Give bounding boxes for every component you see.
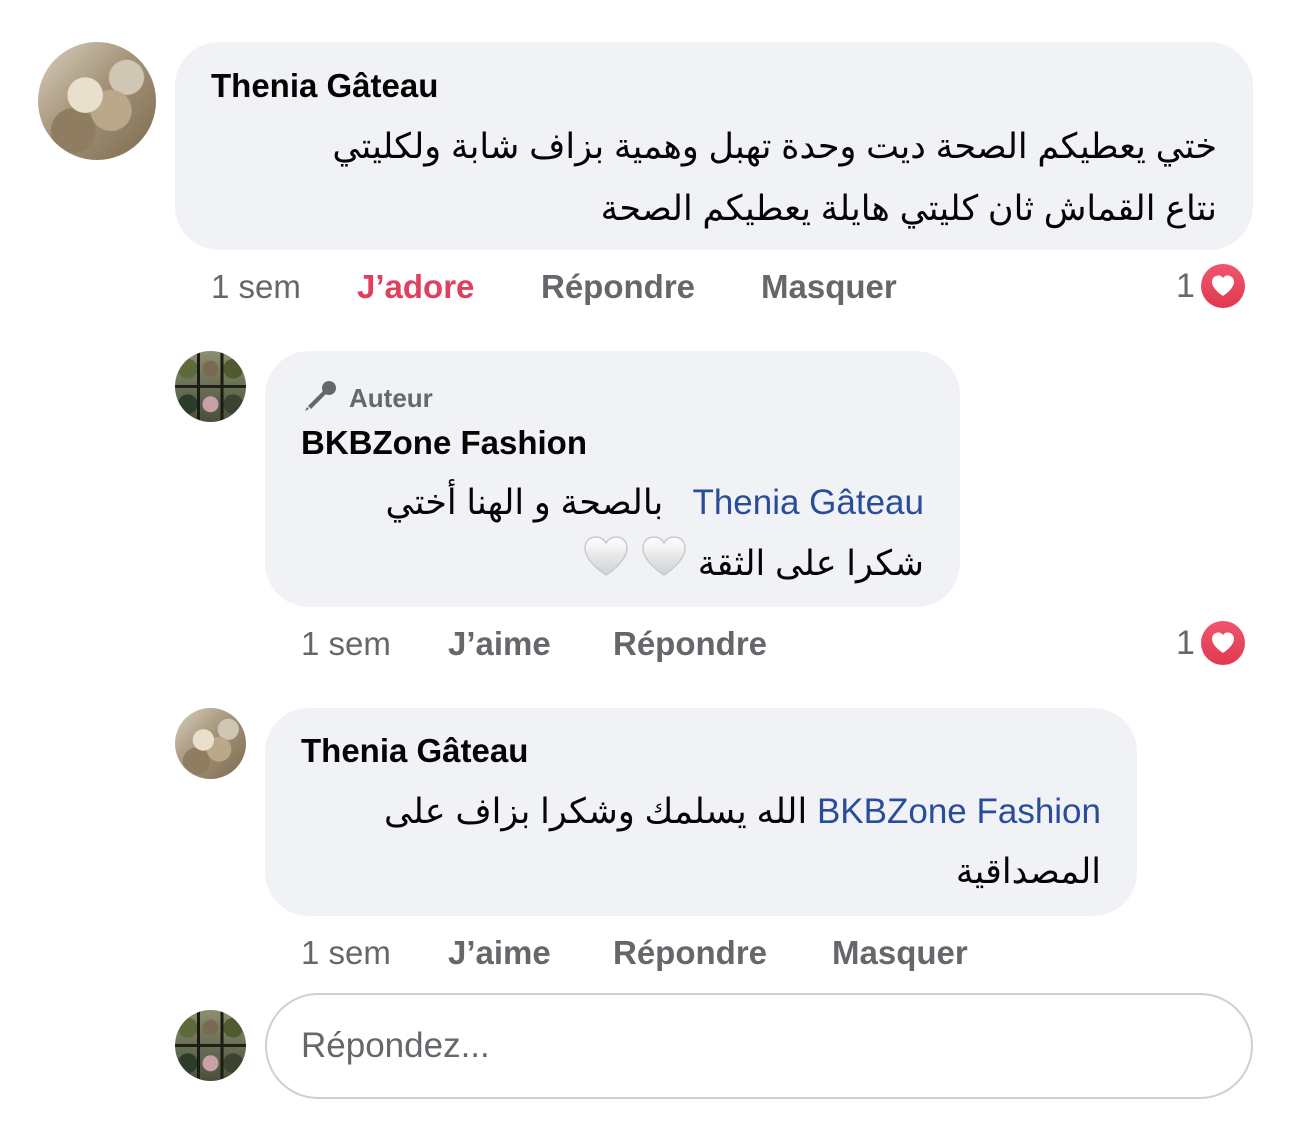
author-badge: Auteur [303,379,433,418]
hide-button[interactable]: Masquer [761,268,897,306]
reply-button[interactable]: Répondre [613,934,767,972]
mention-link[interactable]: Thenia Gâteau [692,483,924,522]
reaction-summary[interactable]: 1 [1176,262,1247,310]
comment-text-line2: نتاع القماش ثان كليتي هايلة يعطيكم الصحة [600,189,1217,228]
reply-bubble: Thenia Gâteau BKBZone Fashion الله يسلمك… [265,708,1137,916]
mention-link[interactable]: BKBZone Fashion [817,792,1101,831]
reaction-count: 1 [1176,623,1195,662]
white-heart-emoji [582,534,630,597]
avatar-thenia[interactable] [175,708,246,779]
reply-text-line2: المصداقية [955,852,1101,891]
comment-time[interactable]: 1 sem [301,625,391,663]
microphone-icon [303,379,339,418]
comment-author[interactable]: Thenia Gâteau [301,732,528,770]
avatar-bkbzone[interactable] [175,351,246,422]
reply-button[interactable]: Répondre [541,268,695,306]
like-button[interactable]: J’aime [448,934,551,972]
reply-text: بالصحة و الهنا أختي [385,483,664,522]
reply-text-line1: BKBZone Fashion الله يسلمك وشكرا بزاف عل… [384,782,1101,842]
heart-reaction-icon [1198,262,1247,310]
reply-button[interactable]: Répondre [613,625,767,663]
white-heart-emoji [640,534,688,597]
avatar-thenia[interactable] [38,42,156,160]
like-button[interactable]: J’aime [448,625,551,663]
avatar-current-user [175,1010,246,1081]
author-badge-label: Auteur [349,383,433,413]
reaction-summary[interactable]: 1 [1176,619,1247,667]
comment-author[interactable]: BKBZone Fashion [301,424,587,462]
reply-bubble: Auteur BKBZone Fashion Thenia Gâteau بال… [265,351,960,607]
comment-time[interactable]: 1 sem [211,268,301,306]
reply-text: شكرا على الثقة [697,544,924,583]
reply-text-line2-row: شكرا على الثقة [582,534,924,597]
comment-author[interactable]: Thenia Gâteau [211,67,438,105]
reaction-count: 1 [1176,266,1195,305]
love-button[interactable]: J’adore [357,268,474,306]
reply-input[interactable] [265,993,1253,1099]
reply-text-line1: Thenia Gâteau بالصحة و الهنا أختي [386,473,924,533]
comment-bubble: Thenia Gâteau ختي يعطيكم الصحة ديت وحدة … [175,42,1253,250]
heart-reaction-icon [1198,619,1247,667]
comment-text-line1: ختي يعطيكم الصحة ديت وحدة تهبل وهمية بزا… [332,127,1217,166]
reply-text: الله يسلمك وشكرا بزاف على [383,792,808,831]
hide-button[interactable]: Masquer [832,934,968,972]
comment-time[interactable]: 1 sem [301,934,391,972]
